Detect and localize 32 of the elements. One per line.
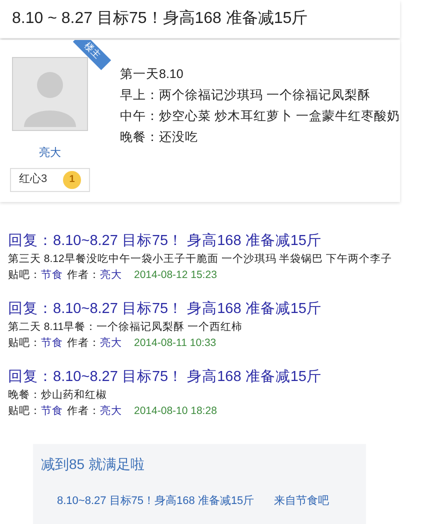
author-link[interactable]: 亮大: [100, 336, 122, 350]
reply-excerpt: 晚餐：炒山药和红椒: [8, 388, 108, 402]
author-name[interactable]: 亮大: [39, 145, 61, 162]
reply-excerpt: 第三天 8.12早餐没吃中午一袋小王子干脆面 一个沙琪玛 半袋锅巴 下午两个李子: [8, 252, 394, 266]
author-link[interactable]: 亮大: [100, 404, 122, 418]
source-link[interactable]: 来自节食吧: [274, 493, 330, 510]
reply-title[interactable]: 回复：8.10~8.27 目标75！ 身高168 准备减15斤: [8, 300, 425, 318]
forum-link[interactable]: 节食: [41, 404, 63, 418]
reply-title[interactable]: 回复：8.10~8.27 目标75！ 身高168 准备减15斤: [8, 232, 425, 250]
thread-title: 8.10 ~ 8.27 目标75！身高168 准备减15斤: [12, 8, 308, 29]
reply-time: 2014-08-11 10:33: [134, 336, 216, 350]
author-label: 作者：: [67, 404, 100, 418]
post-text-line: 早上：两个徐福记沙琪玛 一个徐福记凤梨酥: [120, 87, 372, 104]
author-label: 作者：: [67, 336, 100, 350]
forum-link[interactable]: 节食: [41, 268, 63, 282]
forum-link[interactable]: 节食: [41, 336, 63, 350]
comment-text: 减到85 就满足啦: [41, 455, 146, 474]
quoted-thread-link[interactable]: 8.10~8.27 目标75！身高168 准备减15斤: [57, 493, 254, 510]
reply-time: 2014-08-10 18:28: [134, 404, 217, 418]
forum-label: 贴吧：: [8, 336, 41, 350]
avatar-icon: [12, 57, 88, 131]
post-text-line: 晚餐：还没吃: [120, 129, 199, 146]
forum-label: 贴吧：: [8, 268, 41, 282]
author-link[interactable]: 亮大: [100, 268, 122, 282]
reply-title[interactable]: 回复：8.10~8.27 目标75！ 身高168 准备减15斤: [8, 368, 425, 386]
author-label: 作者：: [67, 268, 100, 282]
post-text-line: 第一天8.10: [120, 66, 184, 83]
honor-label: 红心3: [19, 172, 48, 188]
reply-time: 2014-08-12 15:23: [134, 268, 217, 282]
forum-label: 贴吧：: [8, 404, 41, 418]
post-text-line: 中午：炒空心菜 炒木耳红萝卜 一盒蒙牛红枣酸奶: [120, 108, 400, 125]
reply-excerpt: 第二天 8.11早餐：一个徐福记凤梨酥 一个西红柿: [8, 320, 244, 334]
